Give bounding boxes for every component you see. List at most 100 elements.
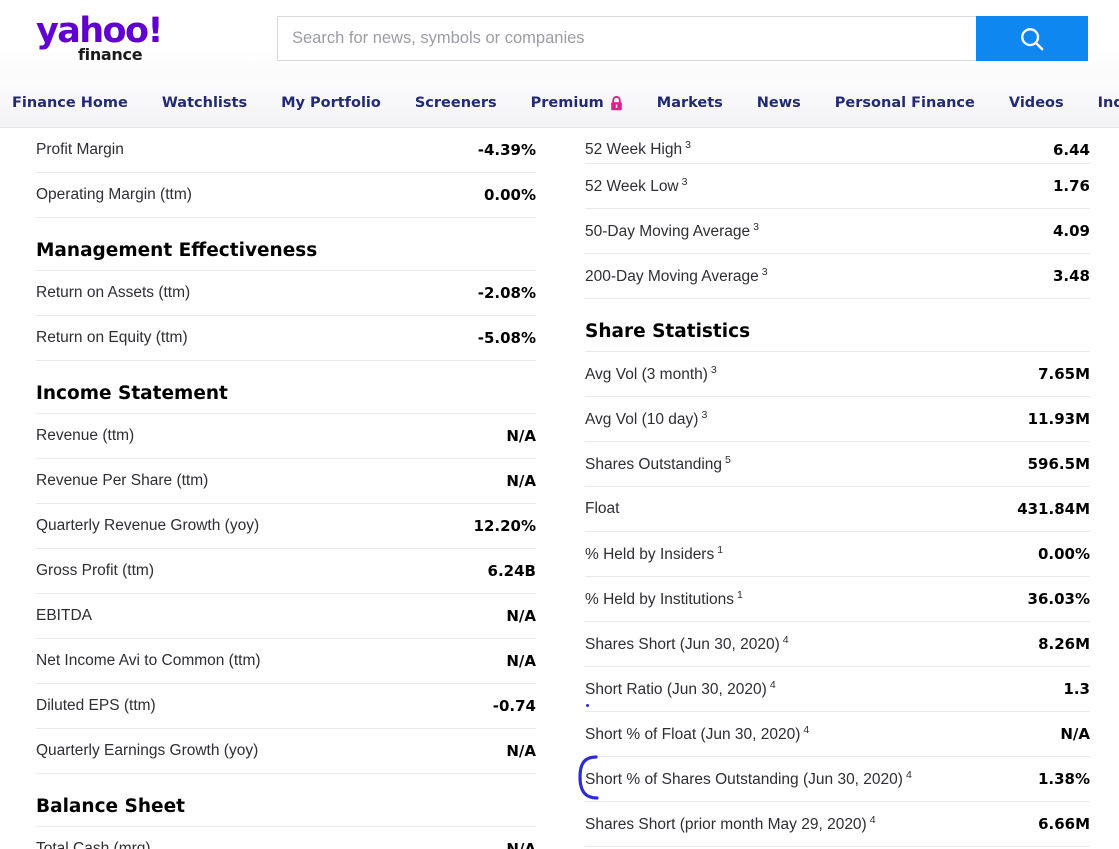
yahoo-logo-text: yahoo! [36,11,163,52]
statistic-row: Profit Margin -4.39% [36,128,536,173]
statistic-label-text: 50-Day Moving Average [585,223,751,241]
nav-item-videos[interactable]: Videos [1009,95,1064,111]
nav-item-screeners[interactable]: Screeners [415,95,497,111]
statistic-value: N/A [506,742,536,760]
statistic-label-text: Short % of Float (Jun 30, 2020) [585,726,801,744]
statistic-label-text: 52 Week High [585,141,683,158]
statistic-value: 0.00% [483,186,536,204]
statistic-label-text: Return on Assets (ttm) [36,284,191,301]
nav-item-label: Finance Home [12,95,128,111]
statistics-right-column: 52 Week High 3 6.44 52 Week Low 3 1.76 50-Day … [585,128,1090,847]
statistic-label: Total Cash (mrq) [36,840,151,849]
statistic-row: Short % of Float (Jun 30, 2020) 4 N/A [585,712,1090,757]
nav-item-premium[interactable]: Premium [531,95,623,111]
footnote-marker: 3 [753,220,759,233]
finance-logo-text: finance [78,44,143,64]
statistic-label: EBITDA [36,607,92,625]
statistic-label-text: EBITDA [36,607,92,624]
nav-item-label: Videos [1008,95,1064,111]
statistic-label: Avg Vol (3 month) 3 [585,364,717,384]
statistic-row: Shares Short (prior month May 29, 2020) 4… [585,802,1090,847]
statistic-value: 1.76 [1052,177,1090,195]
statistic-label: Shares Outstanding 5 [585,454,731,474]
statistic-value: 7.65M [1038,365,1090,383]
statistic-row: 52 Week Low 3 1.76 [585,164,1090,209]
statistic-label: 50-Day Moving Average 3 [585,221,759,241]
statistic-row: Short % of Shares Outstanding (Jun 30, 2… [585,757,1090,802]
statistic-row: Shares Short (Jun 30, 2020) 4 8.26M [585,622,1090,667]
lock-icon [610,95,623,111]
footnote-marker: 3 [681,175,688,188]
search-input[interactable] [277,16,976,61]
statistic-row: Quarterly Revenue Growth (yoy) 12.20% [36,504,536,549]
statistic-label-text: Shares Short (prior month May 29, 2020) [585,816,867,834]
statistic-label-text: Quarterly Revenue Growth (yoy) [36,517,260,534]
statistic-label: 52 Week Low 3 [585,176,687,196]
statistic-value: N/A [1060,725,1090,743]
statistic-value: 6.44 [1052,141,1090,159]
nav-item-personal-finance[interactable]: Personal Finance [835,95,975,111]
nav-item-label: Markets [656,95,723,111]
statistic-label-text: Quarterly Earnings Growth (yoy) [36,742,259,759]
statistic-label: Shares Short (Jun 30, 2020) 4 [585,634,789,654]
statistic-row: % Held by Institutions 1 36.03% [585,577,1090,622]
statistic-label: Short % of Shares Outstanding (Jun 30, 2… [585,769,912,789]
statistic-row: Short Ratio (Jun 30, 2020) 4 1.3 [585,667,1090,712]
statistic-value: N/A [506,427,536,445]
statistic-label-text: Return on Equity (ttm) [36,329,188,346]
nav-item-label: Premium [530,95,604,111]
statistic-value: 1.3 [1063,680,1090,698]
yahoo-finance-logo[interactable]: yahoo! finance [36,12,170,66]
footnote-marker: 3 [761,265,768,278]
statistic-value: 0.00% [1037,545,1090,563]
search-button[interactable] [976,16,1088,61]
footnote-marker: 5 [725,453,731,466]
nav-item-label: News [756,95,801,111]
nav-item-my-portfolio[interactable]: My Portfolio [281,95,381,111]
statistic-label: Return on Assets (ttm) [36,284,190,302]
nav-item-news[interactable]: News [757,95,801,111]
footnote-marker: 4 [905,768,912,781]
statistic-label-text: Revenue (ttm) [36,427,135,444]
nav-item-markets[interactable]: Markets [657,95,723,111]
statistic-value: N/A [506,652,536,670]
footnote-marker: 1 [737,588,743,601]
statistics-left-column: Profit Margin -4.39% Operating Margin (ttm… [36,128,536,849]
nav-item-label: Industries [1097,95,1119,111]
statistic-label-text: Total Cash (mrq) [36,840,151,849]
statistic-value: 431.84M [1017,500,1090,518]
primary-navigation: Finance Home Watchlists My Portfolio Screen… [0,79,1119,128]
nav-item-industries[interactable]: Industries [1098,95,1119,111]
section-title: Share Statistics [585,299,1090,352]
statistic-label-text: Shares Outstanding [585,456,723,474]
statistic-label-text: % Held by Insiders [585,546,715,564]
statistic-value: -2.08% [477,284,536,302]
statistic-value: -0.74 [492,697,536,715]
statistic-label-text: Gross Profit (ttm) [36,562,154,579]
nav-item-finance-home[interactable]: Finance Home [12,95,128,111]
statistic-label: Quarterly Revenue Growth (yoy) [36,517,259,535]
statistic-label: Operating Margin (ttm) [36,186,192,204]
statistic-value: 6.66M [1038,815,1090,833]
statistic-label: Revenue (ttm) [36,427,134,445]
footnote-marker: 3 [685,138,691,151]
statistic-label: Diluted EPS (ttm) [36,697,156,715]
statistic-label-text: Diluted EPS (ttm) [36,697,156,714]
statistic-row: 50-Day Moving Average 3 4.09 [585,209,1090,254]
statistic-value: 8.26M [1038,635,1090,653]
statistic-row: Operating Margin (ttm) 0.00% [36,173,536,218]
statistic-label: Short % of Float (Jun 30, 2020) 4 [585,724,809,744]
statistic-label: Profit Margin [36,141,124,159]
statistic-label-text: % Held by Institutions [585,591,735,609]
statistic-row: Float 431.84M [585,487,1090,532]
statistic-label-text: 52 Week Low [585,178,679,196]
nav-item-label: Personal Finance [834,95,975,111]
statistic-value: 4.09 [1052,222,1090,240]
statistic-row: 200-Day Moving Average 3 3.48 [585,254,1090,299]
statistic-label-text: Short % of Shares Outstanding (Jun 30, 2… [585,771,903,789]
nav-item-watchlists[interactable]: Watchlists [162,95,247,111]
search-icon [1017,24,1047,54]
footnote-marker: 1 [717,543,724,556]
statistic-value: 596.5M [1027,455,1090,473]
statistic-value: 6.24B [487,562,536,580]
